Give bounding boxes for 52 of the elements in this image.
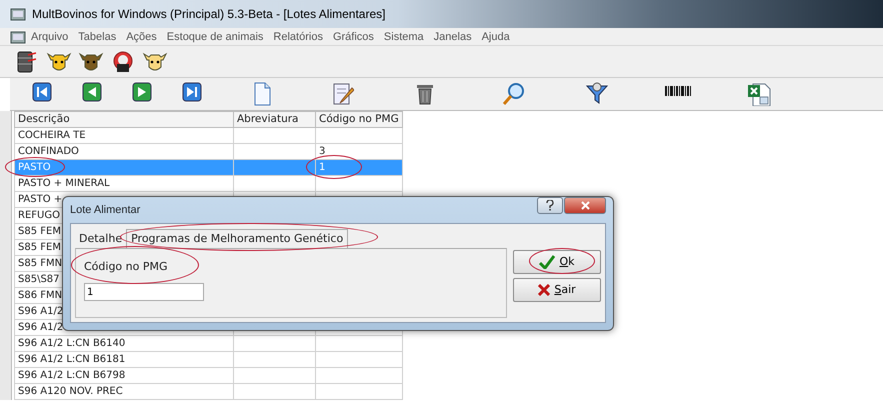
table-cell: S96 A120 NOV. PREC xyxy=(18,386,123,397)
table-cell: PASTO + MINERAL xyxy=(18,178,110,189)
table-cell: S85\S87 xyxy=(18,274,60,285)
column-header[interactable]: Descrição xyxy=(14,112,234,128)
exit-button[interactable]: Sair xyxy=(513,278,601,302)
ok-button[interactable]: Ok xyxy=(513,250,601,274)
help-button[interactable] xyxy=(537,197,563,214)
table-cell: S96 A1/2 L:CN B6140 xyxy=(18,338,126,349)
table-cell: S96 A1/2 xyxy=(18,322,64,333)
menu-item[interactable]: Gráficos xyxy=(328,28,379,44)
edit-document-icon[interactable] xyxy=(332,82,354,106)
menu-item[interactable]: Relatórios xyxy=(268,28,328,44)
cross-icon xyxy=(538,284,550,296)
tab[interactable]: Detalhe xyxy=(75,230,126,248)
trash-icon[interactable] xyxy=(414,82,436,106)
menu-item[interactable]: Arquivo xyxy=(26,28,74,44)
table-cell: S96 A1/2 xyxy=(18,306,64,317)
menu-item[interactable]: Ações xyxy=(121,28,162,44)
menu-item[interactable]: Tabelas xyxy=(73,28,122,44)
filter-icon[interactable] xyxy=(585,82,609,106)
menu-item[interactable]: Ajuda xyxy=(476,28,515,44)
window-title: MultBovinos for Windows (Principal) 5.3-Beta - [Lotes Alimentares] xyxy=(32,6,386,23)
field-label: Código no PMG xyxy=(84,259,168,275)
table-cell: REFUGO xyxy=(18,210,60,221)
menu-item[interactable]: Janelas xyxy=(428,28,477,44)
menu-item[interactable]: Sistema xyxy=(378,28,429,44)
table-cell: S96 A1/2 L:CN B6798 xyxy=(18,370,126,381)
menu-item[interactable]: Estoque de animais xyxy=(162,28,268,44)
spreadsheet-icon[interactable] xyxy=(747,82,771,106)
help-icon xyxy=(546,200,554,211)
table-cell: COCHEIRA TE xyxy=(18,130,86,141)
app-icon xyxy=(10,6,26,22)
column-header[interactable]: Abreviatura xyxy=(234,112,316,128)
table-cell: PASTO xyxy=(18,162,51,173)
app-icon[interactable] xyxy=(10,30,26,44)
table-cell: S85 FEM xyxy=(18,242,61,253)
close-button[interactable] xyxy=(564,197,606,214)
close-icon xyxy=(580,201,590,210)
column-header[interactable]: Código no PMG xyxy=(316,112,402,128)
table-cell: S85 FEM xyxy=(18,226,61,237)
table-cell: PASTO + xyxy=(18,194,62,205)
new-document-icon[interactable] xyxy=(252,82,272,106)
text-field[interactable]: 1 xyxy=(84,283,204,301)
checkmark-icon xyxy=(539,255,556,269)
table-cell: S86 FMN xyxy=(18,290,62,301)
table-cell: 3 xyxy=(319,146,326,157)
table-cell: S85 FMN xyxy=(18,258,62,269)
search-icon[interactable] xyxy=(501,82,525,106)
table-cell: CONFINADO xyxy=(18,146,79,157)
table-cell: S96 A1/2 L:CN B6181 xyxy=(18,354,126,365)
table-cell: 1 xyxy=(319,162,326,173)
tab[interactable]: Programas de Melhoramento Genético xyxy=(126,229,348,248)
